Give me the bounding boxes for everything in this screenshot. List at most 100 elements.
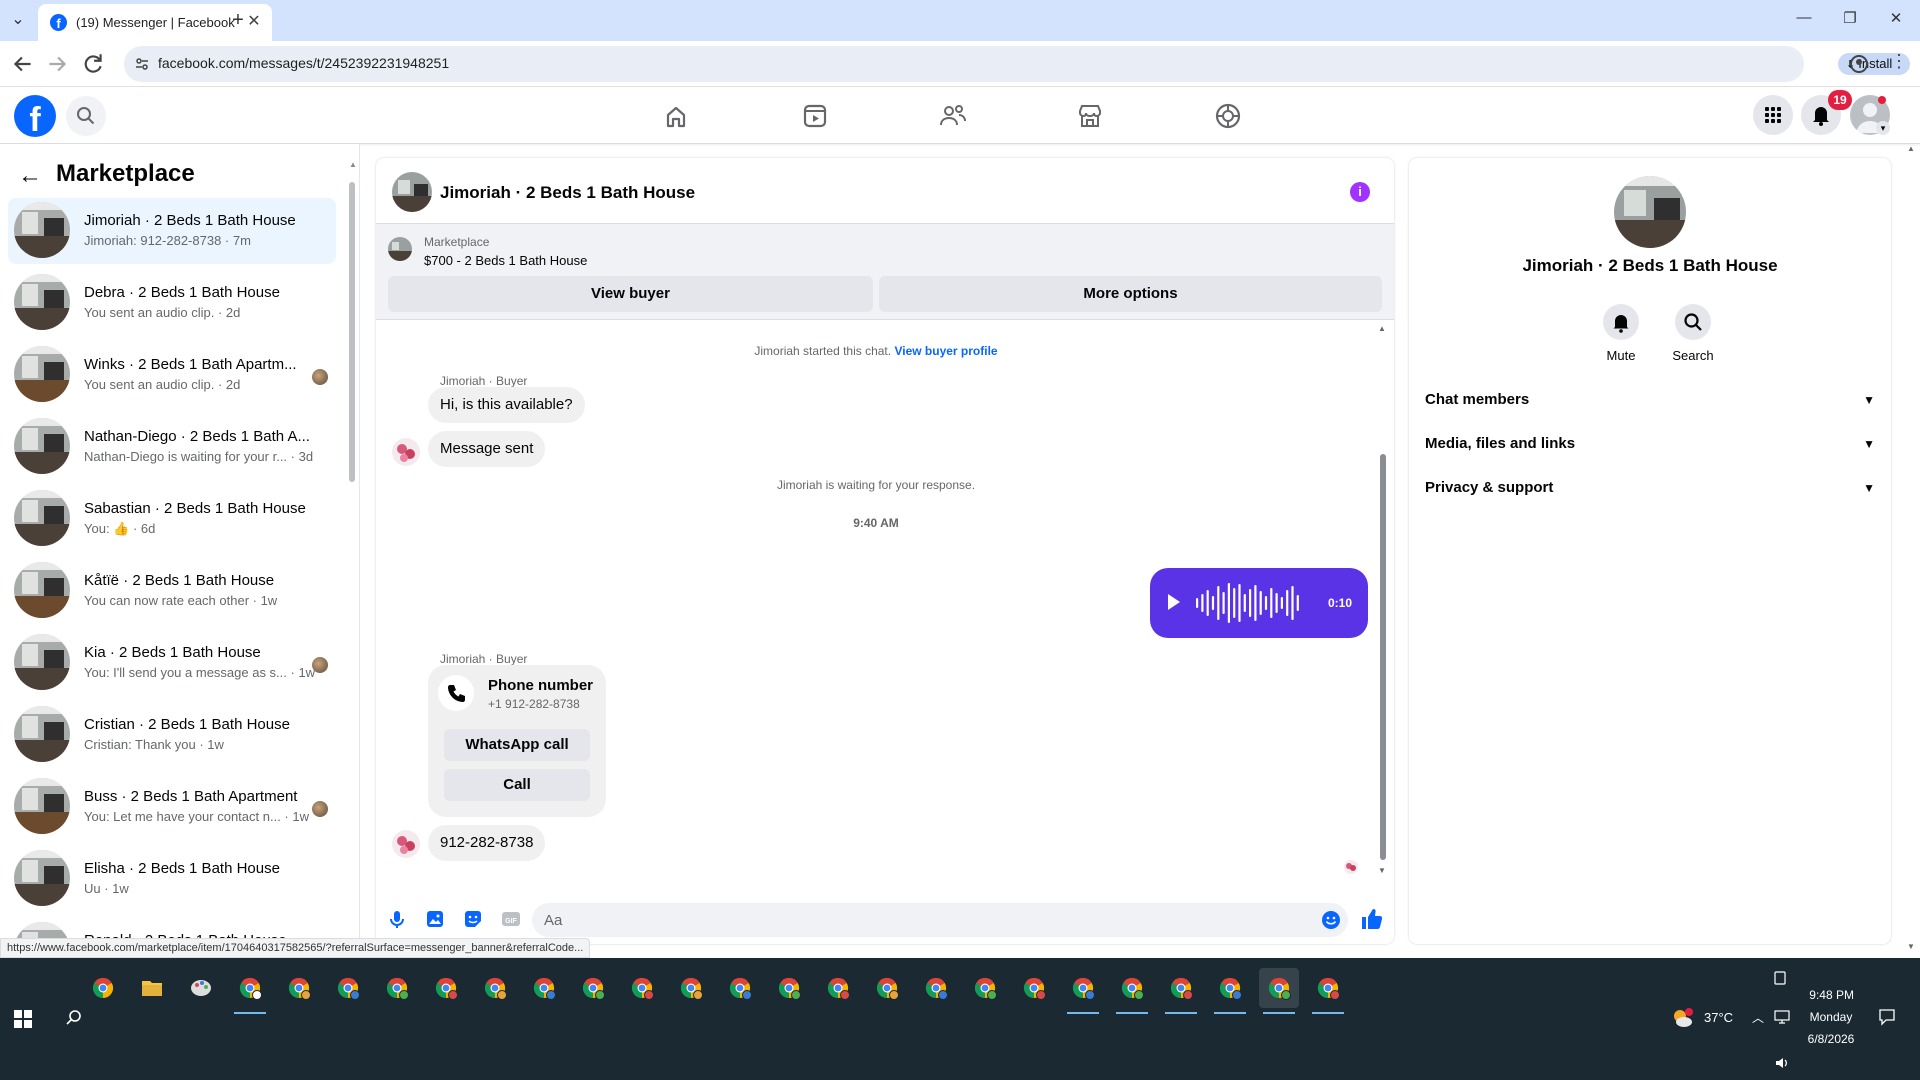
chrome-profile-icon[interactable] <box>475 968 515 1008</box>
chrome-profile-icon[interactable] <box>524 968 564 1008</box>
minimize-button[interactable]: — <box>1784 9 1824 26</box>
paint-app-icon[interactable] <box>181 968 221 1008</box>
conversation-item[interactable]: Kåtïë · 2 Beds 1 Bath House You can now r… <box>8 558 336 624</box>
contact-avatar[interactable] <box>392 830 420 858</box>
mute-bell-icon[interactable] <box>1603 304 1639 340</box>
facebook-logo-icon[interactable]: f <box>14 95 56 137</box>
more-options-button[interactable]: More options <box>879 276 1382 312</box>
play-icon[interactable] <box>1168 594 1180 610</box>
close-window-button[interactable]: ✕ <box>1876 9 1916 27</box>
chrome-profile-icon[interactable] <box>720 968 760 1008</box>
conversation-item[interactable]: Buss · 2 Beds 1 Bath Apartment You: Let m… <box>8 774 336 840</box>
nav-video[interactable] <box>795 99 835 133</box>
volume-icon[interactable] <box>1774 1056 1790 1070</box>
address-bar[interactable]: facebook.com/messages/t/2452392231948251… <box>124 46 1910 82</box>
search-icon[interactable] <box>1675 304 1711 340</box>
incoming-message[interactable]: Hi, is this available? <box>428 387 585 423</box>
page-scrollbar[interactable]: ▲ ▼ <box>1904 144 1918 956</box>
media-files-links-section[interactable]: Media, files and links ▼ <box>1425 435 1875 475</box>
conversation-item[interactable]: Cristian · 2 Beds 1 Bath House Cristian: … <box>8 702 336 768</box>
conversation-item[interactable]: Nathan-Diego · 2 Beds 1 Bath A... Nathan-… <box>8 414 336 480</box>
weather-temperature[interactable]: 37°C <box>1704 1010 1733 1025</box>
tray-expand-icon[interactable]: ︿ <box>1752 1009 1764 1026</box>
chrome-profile-icon[interactable] <box>769 968 809 1008</box>
forward-button[interactable] <box>44 51 70 77</box>
windows-start-icon[interactable] <box>14 1010 32 1028</box>
desktop-icon[interactable] <box>1772 970 1788 986</box>
chrome-profile-icon[interactable] <box>818 968 858 1008</box>
chrome-profile-icon[interactable] <box>916 968 956 1008</box>
chrome-profile-icon[interactable] <box>1161 968 1201 1014</box>
conversation-item[interactable]: Debra · 2 Beds 1 Bath House You sent an a… <box>8 270 336 336</box>
thumbs-up-icon[interactable] <box>1358 906 1384 932</box>
account-chevron-icon[interactable]: ▾ <box>1876 121 1890 135</box>
microphone-icon[interactable] <box>386 908 408 930</box>
incoming-message[interactable]: 912-282-8738 <box>428 825 546 861</box>
conversation-item[interactable]: Kia · 2 Beds 1 Bath House You: I'll send … <box>8 630 336 696</box>
conversation-item[interactable]: Sabastian · 2 Beds 1 Bath House You: 👍 · … <box>8 486 336 552</box>
listing-title[interactable]: $700 - 2 Beds 1 Bath House <box>424 253 587 268</box>
mute-action[interactable]: Mute <box>1591 304 1651 363</box>
nav-marketplace[interactable] <box>1070 99 1110 133</box>
chrome-profile-icon[interactable] <box>671 968 711 1008</box>
notification-center-icon[interactable] <box>1878 1008 1896 1026</box>
file-explorer-icon[interactable] <box>132 968 172 1008</box>
contact-profile-avatar[interactable] <box>1614 176 1686 248</box>
chrome-profile-icon[interactable] <box>377 968 417 1008</box>
message-input[interactable]: Aa <box>532 903 1348 937</box>
site-info-icon[interactable] <box>134 56 150 72</box>
clock-date[interactable]: 6/8/2026 <box>1806 1032 1856 1046</box>
gif-icon[interactable]: GIF <box>500 908 522 930</box>
new-tab-button[interactable]: + <box>226 8 250 32</box>
view-buyer-profile-link[interactable]: View buyer profile <box>894 344 997 358</box>
chrome-profile-icon[interactable] <box>622 968 662 1008</box>
privacy-support-section[interactable]: Privacy & support ▼ <box>1425 479 1875 519</box>
profile-icon[interactable] <box>1848 53 1870 75</box>
chrome-profile-icon[interactable] <box>1112 968 1152 1014</box>
nav-friends[interactable] <box>933 99 973 133</box>
view-buyer-button[interactable]: View buyer <box>388 276 873 312</box>
chrome-profile-icon[interactable] <box>426 968 466 1008</box>
back-button[interactable] <box>10 51 36 77</box>
clock-day[interactable]: Monday <box>1806 1010 1856 1024</box>
nav-gaming[interactable] <box>1208 99 1248 133</box>
thread-scrollbar[interactable]: ▲ ▼ <box>1376 324 1390 878</box>
chrome-profile-icon[interactable] <box>573 968 613 1008</box>
nav-home[interactable] <box>656 99 696 133</box>
tab-search-button[interactable]: ⌄ <box>6 8 30 32</box>
restore-button[interactable]: ❐ <box>1830 9 1870 27</box>
chat-title[interactable]: Jimoriah · 2 Beds 1 Bath House <box>440 183 695 203</box>
chrome-profile-icon[interactable] <box>965 968 1005 1008</box>
browser-menu-icon[interactable]: ⋮ <box>1890 51 1908 72</box>
chat-members-section[interactable]: Chat members ▼ <box>1425 391 1875 431</box>
menu-button[interactable] <box>1753 95 1793 135</box>
search-action[interactable]: Search <box>1663 304 1723 363</box>
info-icon[interactable]: i <box>1350 182 1370 202</box>
incoming-message[interactable]: Message sent <box>428 431 546 467</box>
chrome-profile-icon[interactable] <box>1063 968 1103 1014</box>
reload-button[interactable] <box>80 51 106 77</box>
sticker-icon[interactable] <box>462 908 484 930</box>
back-arrow-icon[interactable]: ← <box>18 162 42 190</box>
left-scrollbar[interactable]: ▲ <box>348 158 357 956</box>
taskbar-search-icon[interactable] <box>64 1008 84 1028</box>
url-text[interactable]: facebook.com/messages/t/2452392231948251 <box>158 55 449 71</box>
contact-avatar[interactable] <box>392 438 420 466</box>
chrome-profile-icon[interactable] <box>1259 968 1299 1014</box>
conversation-item[interactable]: Jimoriah · 2 Beds 1 Bath House Jimoriah: … <box>8 198 336 264</box>
chrome-profile-icon[interactable] <box>1210 968 1250 1014</box>
chrome-profile-icon[interactable] <box>83 968 123 1008</box>
chrome-profile-icon[interactable] <box>230 968 270 1014</box>
network-icon[interactable] <box>1774 1010 1790 1024</box>
clock-time[interactable]: 9:48 PM <box>1808 988 1854 1002</box>
listing-thumbnail[interactable] <box>388 237 412 261</box>
conversation-item[interactable]: Elisha · 2 Beds 1 Bath House Uu · 1w <box>8 846 336 912</box>
chrome-profile-icon[interactable] <box>1308 968 1348 1014</box>
chrome-profile-icon[interactable] <box>279 968 319 1008</box>
conversation-item[interactable]: Winks · 2 Beds 1 Bath Apartm... You sent … <box>8 342 336 408</box>
chrome-profile-icon[interactable] <box>867 968 907 1008</box>
chat-avatar[interactable] <box>392 172 432 212</box>
chrome-profile-icon[interactable] <box>1014 968 1054 1008</box>
chrome-profile-icon[interactable] <box>328 968 368 1008</box>
whatsapp-call-button[interactable]: WhatsApp call <box>444 729 590 761</box>
